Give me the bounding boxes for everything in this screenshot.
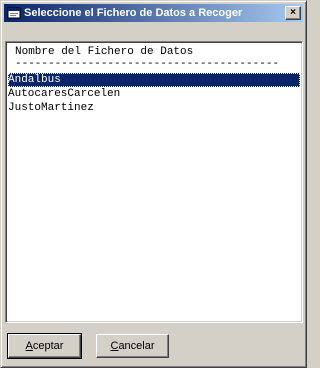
file-listbox[interactable]: Nombre del Fichero de Datos ------------… <box>5 41 303 323</box>
close-icon: × <box>290 7 296 18</box>
title-bar[interactable]: Seleccione el Fichero de Datos a Recoger… <box>4 4 303 22</box>
cancel-button[interactable]: Cancelar <box>96 334 169 358</box>
list-item-justomartinez[interactable]: JustoMartinez <box>8 101 300 115</box>
list-items: Andalbus AutocaresCarcelen JustoMartinez <box>8 73 300 115</box>
close-button[interactable]: × <box>285 6 301 20</box>
window-title: Seleccione el Fichero de Datos a Recoger <box>24 7 243 19</box>
list-item-andalbus[interactable]: Andalbus <box>8 73 300 87</box>
dialog-window: Seleccione el Fichero de Datos a Recoger… <box>0 0 307 368</box>
accept-button[interactable]: Aceptar <box>7 333 82 359</box>
app-window-icon <box>7 6 21 20</box>
list-item-autocarescarcelen[interactable]: AutocaresCarcelen <box>8 87 300 101</box>
list-header-separator: ---------------------------------------- <box>15 58 280 70</box>
